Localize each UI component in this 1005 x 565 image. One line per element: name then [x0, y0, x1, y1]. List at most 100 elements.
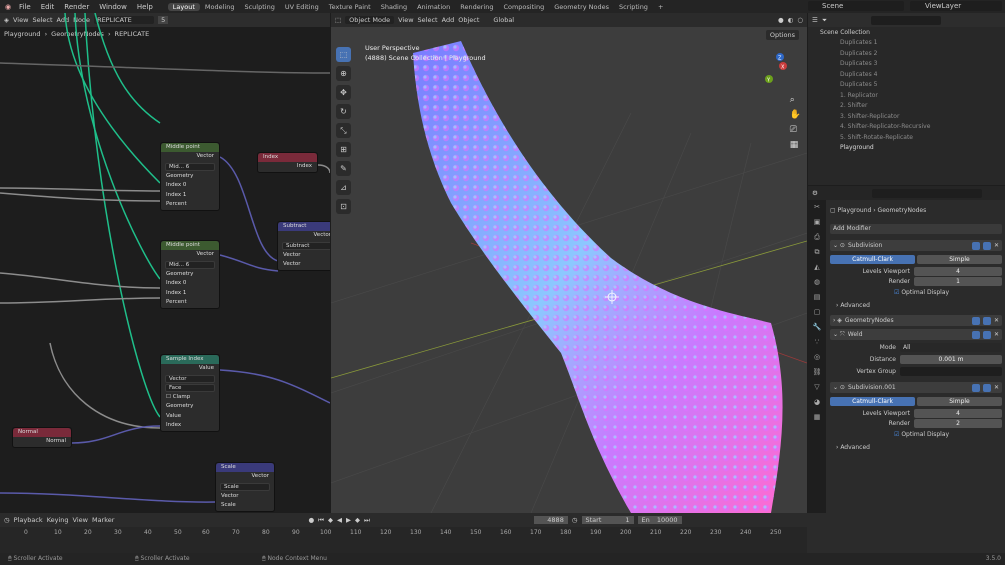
modifier-tab-icon[interactable]: 🔧 — [808, 320, 826, 335]
editor-type-icon[interactable]: ⚙ — [812, 189, 818, 197]
current-frame-field[interactable]: 4888 — [533, 516, 568, 524]
close-icon[interactable]: ✕ — [994, 242, 999, 249]
jump-end-icon[interactable]: ⏭ — [364, 516, 370, 525]
grid-view-icon[interactable]: ▦ — [790, 138, 801, 153]
outliner-search-input[interactable] — [871, 15, 942, 25]
filter-icon[interactable]: ⏷ — [822, 16, 827, 25]
viewport-3d[interactable]: ⬚ Object Mode View Select Add Object Glo… — [331, 13, 807, 513]
tab-rendering[interactable]: Rendering — [455, 3, 498, 11]
menu-view[interactable]: View — [73, 516, 88, 524]
render-tab-icon[interactable]: ▣ — [808, 215, 826, 230]
vertex-group-field[interactable] — [900, 367, 1002, 376]
editor-type-icon[interactable]: ☰ — [812, 16, 818, 24]
modifier-geometrynodes[interactable]: › ◈ GeometryNodes ✕ — [830, 315, 1002, 326]
advanced-panel[interactable]: › Advanced — [830, 444, 1002, 451]
blender-logo-icon[interactable]: ◉ — [0, 3, 14, 11]
weld-mode-selector[interactable]: All — [900, 343, 1002, 352]
node-middle-point-2[interactable]: Middle point Vector Mid... 6 Geometry In… — [160, 240, 220, 309]
menu-help[interactable]: Help — [132, 3, 158, 11]
tab-uv-editing[interactable]: UV Editing — [280, 3, 324, 11]
outliner-item-active[interactable]: Playground — [808, 143, 1005, 154]
viewport-toggle-icon[interactable] — [971, 330, 980, 339]
output-tab-icon[interactable]: ⎙ — [808, 230, 826, 245]
scale-tool-icon[interactable]: ⤡ — [336, 123, 351, 138]
select-box-icon[interactable]: ⬚ — [336, 47, 351, 62]
outliner-item[interactable]: 2. Shifter — [808, 101, 1005, 112]
outliner-item[interactable]: 1. Replicator — [808, 91, 1005, 102]
node-header[interactable]: Middle point — [161, 143, 219, 152]
optimal-display-checkbox[interactable]: ☑ Optimal Display — [894, 431, 1002, 438]
physics-tab-icon[interactable]: ◎ — [808, 350, 826, 365]
viewport-toggle-icon[interactable] — [971, 241, 980, 250]
outliner-item[interactable]: Duplicates 1 — [808, 38, 1005, 49]
tab-modeling[interactable]: Modeling — [200, 3, 240, 11]
render-toggle-icon[interactable] — [982, 316, 991, 325]
scene-selector[interactable]: Scene — [808, 1, 904, 11]
modifier-subdivision-001[interactable]: ⌄ ⊙ Subdivision.001 ✕ — [830, 382, 1002, 393]
domain-selector[interactable]: Face — [165, 383, 215, 392]
modifier-subdivision[interactable]: ⌄ ⊙ Subdivision ✕ — [830, 240, 1002, 251]
node-header[interactable]: Index — [258, 153, 317, 162]
node-header[interactable]: Middle point — [161, 241, 219, 250]
weld-distance-field[interactable]: 0.001 m — [900, 355, 1002, 364]
node-header[interactable]: Subtract — [278, 222, 330, 231]
node-header[interactable]: Sample Index — [161, 355, 219, 364]
close-icon[interactable]: ✕ — [994, 331, 999, 338]
tab-shading[interactable]: Shading — [376, 3, 412, 11]
tab-geometry-nodes[interactable]: Geometry Nodes — [549, 3, 614, 11]
node-subtract[interactable]: Subtract Vector Subtract Vector Vector — [277, 221, 330, 271]
outliner-item[interactable]: Duplicates 3 — [808, 59, 1005, 70]
operation-selector[interactable]: Scale — [220, 482, 270, 491]
object-tab-icon[interactable]: ▢ — [808, 305, 826, 320]
render-toggle-icon[interactable] — [982, 383, 991, 392]
play-icon[interactable]: ▶ — [346, 516, 351, 524]
tab-layout[interactable]: Layout — [167, 2, 200, 11]
render-levels-field[interactable]: 2 — [914, 419, 1002, 428]
data-type-selector[interactable]: Vector — [165, 374, 215, 383]
close-icon[interactable]: ✕ — [994, 317, 999, 324]
group-selector[interactable]: Mid... 6 — [165, 260, 215, 269]
data-tab-icon[interactable]: ▽ — [808, 380, 826, 395]
outliner-item[interactable]: 4. Shifter-Replicator-Recursive — [808, 122, 1005, 133]
levels-viewport-field[interactable]: 4 — [914, 267, 1002, 276]
jump-start-icon[interactable]: ⏮ — [318, 516, 324, 525]
view-layer-selector[interactable]: ViewLayer — [910, 1, 1002, 11]
node-header[interactable]: Normal — [13, 428, 71, 437]
prev-key-icon[interactable]: ◆ — [328, 516, 333, 524]
add-workspace-icon[interactable]: + — [653, 3, 668, 11]
move-tool-icon[interactable]: ✥ — [336, 85, 351, 100]
start-frame-field[interactable]: Start 1 — [581, 516, 634, 524]
close-icon[interactable]: ✕ — [994, 384, 999, 391]
render-toggle-icon[interactable] — [982, 330, 991, 339]
tab-compositing[interactable]: Compositing — [498, 3, 549, 11]
world-tab-icon[interactable]: ◍ — [808, 275, 826, 290]
camera-view-icon[interactable]: ⎚ — [790, 123, 801, 138]
render-toggle-icon[interactable] — [982, 241, 991, 250]
menu-edit[interactable]: Edit — [36, 3, 60, 11]
editor-type-icon[interactable]: ◷ — [4, 516, 10, 524]
tab-texture-paint[interactable]: Texture Paint — [324, 3, 376, 11]
rotate-tool-icon[interactable]: ↻ — [336, 104, 351, 119]
menu-render[interactable]: Render — [59, 3, 94, 11]
cursor-tool-icon[interactable]: ⊕ — [336, 66, 351, 81]
node-editor[interactable]: ◈ View Select Add Node REPLICATE 5 Playg… — [0, 13, 330, 513]
outliner-item[interactable]: 3. Shifter-Replicator — [808, 112, 1005, 123]
next-key-icon[interactable]: ◆ — [355, 516, 360, 524]
texture-tab-icon[interactable]: ▦ — [808, 410, 826, 425]
menu-marker[interactable]: Marker — [92, 516, 114, 524]
scene-tab-icon[interactable]: ◭ — [808, 260, 826, 275]
outliner-item[interactable]: 5. Shift-Rotate-Replicate — [808, 133, 1005, 144]
clamp-checkbox[interactable]: ☐ Clamp — [161, 393, 219, 403]
menu-window[interactable]: Window — [94, 3, 132, 11]
tab-animation[interactable]: Animation — [412, 3, 455, 11]
add-cube-icon[interactable]: ⊡ — [336, 199, 351, 214]
node-normal[interactable]: Normal Normal — [12, 427, 72, 448]
pan-hand-icon[interactable]: ✋ — [790, 108, 801, 123]
material-tab-icon[interactable]: ◕ — [808, 395, 826, 410]
catmull-clark-button[interactable]: Catmull-Clark — [830, 255, 915, 264]
options-button[interactable]: Options — [765, 30, 799, 40]
tool-tab-icon[interactable]: ✂ — [808, 200, 826, 215]
timeline[interactable]: ◷ Playback Keying View Marker ● ⏮ ◆ ◀ ▶ … — [0, 513, 807, 553]
group-selector[interactable]: Mid... 6 — [165, 162, 215, 171]
properties-search-input[interactable] — [871, 188, 982, 198]
